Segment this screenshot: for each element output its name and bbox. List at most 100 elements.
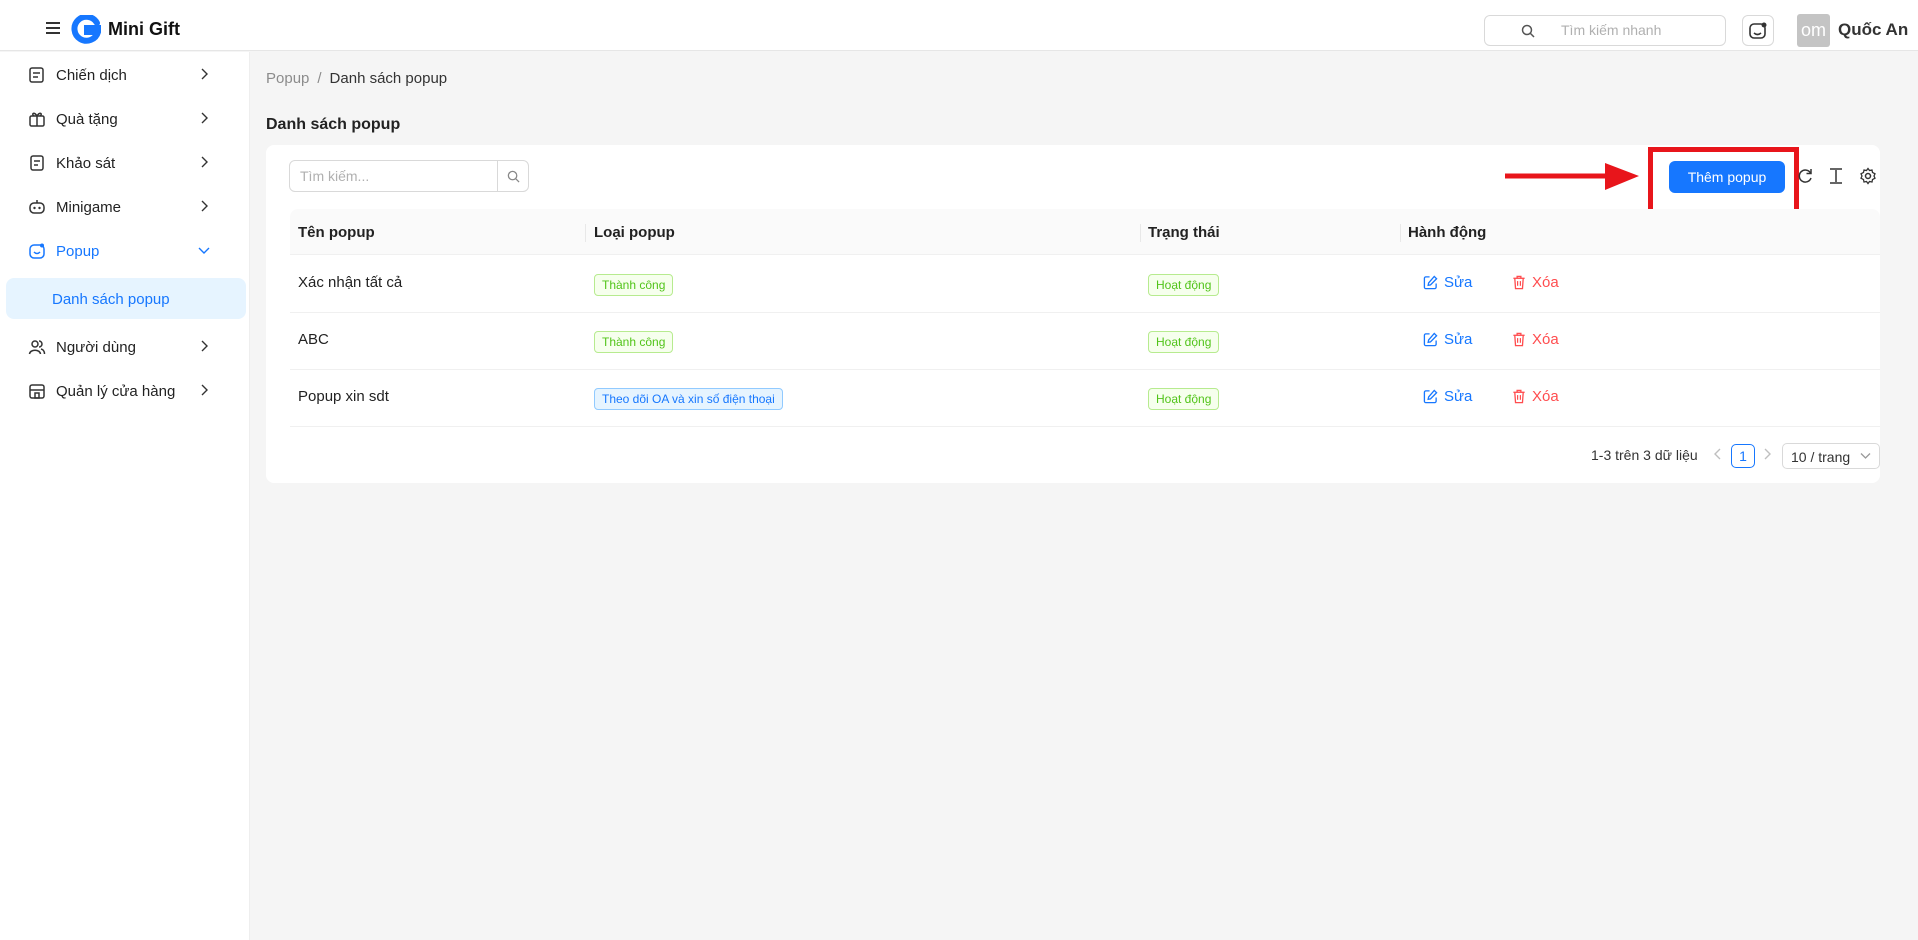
column-divider <box>585 224 586 242</box>
table-header: Tên popup Loại popup Trạng thái Hành độn… <box>290 209 1880 255</box>
delete-button[interactable]: Xóa <box>1512 274 1559 291</box>
page-size-value: 10 / trang <box>1791 449 1851 465</box>
campaign-icon <box>29 67 44 83</box>
settings-gear-icon[interactable] <box>1859 167 1877 185</box>
trash-icon <box>1513 275 1525 290</box>
sidebar-item-label: Popup <box>56 243 100 260</box>
delete-label: Xóa <box>1532 331 1559 348</box>
breadcrumb-root[interactable]: Popup <box>266 70 309 87</box>
chevron-right-icon[interactable] <box>1762 448 1772 460</box>
sidebar-item-store[interactable]: Quản lý cửa hàng <box>0 371 250 411</box>
chevron-right-icon <box>201 200 208 212</box>
sidebar-item-minigame[interactable]: Minigame <box>0 187 250 227</box>
table-search-input[interactable] <box>300 168 480 184</box>
popup-name-cell: Xác nhận tất cả <box>298 274 403 291</box>
store-icon <box>29 384 45 399</box>
sidebar: Chiến dịch Quà tặng Khảo sát Minigame Po… <box>0 52 250 940</box>
table-search-button[interactable] <box>497 161 528 191</box>
chevron-left-icon[interactable] <box>1713 448 1723 460</box>
status-badge: Hoạt động <box>1148 331 1220 353</box>
sidebar-item-label: Minigame <box>56 199 122 216</box>
chevron-right-icon <box>201 112 208 124</box>
edit-button[interactable]: Sửa <box>1423 331 1472 348</box>
search-icon <box>507 170 520 183</box>
search-icon <box>1521 24 1535 38</box>
chevron-right-icon <box>201 340 208 352</box>
sidebar-item-survey[interactable]: Khảo sát <box>0 143 250 183</box>
edit-label: Sửa <box>1444 388 1473 405</box>
column-divider <box>1400 224 1401 242</box>
table-search-box[interactable] <box>289 160 529 192</box>
delete-button[interactable]: Xóa <box>1512 331 1559 348</box>
trash-icon <box>1513 389 1525 404</box>
delete-button[interactable]: Xóa <box>1512 388 1559 405</box>
chat-bot-icon <box>1749 22 1767 39</box>
popup-type-tag: Thành công <box>594 274 674 296</box>
popup-icon <box>29 243 45 259</box>
avatar[interactable]: om <box>1797 14 1830 47</box>
column-header-actions: Hành động <box>1408 224 1487 241</box>
trash-icon <box>1513 332 1525 347</box>
edit-icon <box>1423 389 1438 404</box>
table-row: ABC Thành công Hoạt động Sửa Xóa <box>290 313 1880 370</box>
survey-icon <box>30 155 44 171</box>
page-title: Danh sách popup <box>266 116 401 133</box>
breadcrumb: Popup / Danh sách popup <box>266 70 447 87</box>
sidebar-item-label: Chiến dịch <box>56 67 127 84</box>
annotation-arrow-icon <box>1505 163 1639 190</box>
users-icon <box>28 340 46 355</box>
game-icon <box>29 200 45 214</box>
sidebar-item-users[interactable]: Người dùng <box>0 327 250 367</box>
menu-toggle-icon[interactable] <box>46 22 60 34</box>
delete-label: Xóa <box>1532 388 1559 405</box>
chevron-down-icon <box>198 247 210 254</box>
breadcrumb-separator: / <box>317 70 322 87</box>
breadcrumb-current: Danh sách popup <box>329 70 448 87</box>
column-header-name[interactable]: Tên popup <box>298 224 375 241</box>
app-title: Mini Gift <box>108 19 180 39</box>
sidebar-item-campaign[interactable]: Chiến dịch <box>0 55 250 95</box>
status-badge: Hoạt động <box>1148 274 1220 296</box>
chevron-right-icon <box>201 384 208 396</box>
column-header-type[interactable]: Loại popup <box>594 224 675 241</box>
quick-search-box[interactable] <box>1484 15 1726 46</box>
user-name[interactable]: Quốc An <box>1838 20 1908 40</box>
popup-name-cell: Popup xin sdt <box>298 388 389 405</box>
delete-label: Xóa <box>1532 274 1559 291</box>
sidebar-item-label: Khảo sát <box>56 155 116 172</box>
edit-label: Sửa <box>1444 331 1473 348</box>
sidebar-item-label: Người dùng <box>56 339 136 356</box>
sidebar-item-popup[interactable]: Popup <box>0 231 250 271</box>
column-header-status[interactable]: Trạng thái <box>1148 224 1220 241</box>
quick-search-input[interactable] <box>1561 22 1711 38</box>
table-row: Xác nhận tất cả Thành công Hoạt động Sửa… <box>290 256 1880 313</box>
edit-icon <box>1423 275 1438 290</box>
sidebar-item-label: Quản lý cửa hàng <box>56 383 176 400</box>
notification-button[interactable] <box>1742 15 1774 46</box>
popup-type-tag: Theo dõi OA và xin số điện thoại <box>594 388 783 410</box>
table-row: Popup xin sdt Theo dõi OA và xin số điện… <box>290 370 1880 427</box>
gift-icon <box>29 112 45 127</box>
chevron-right-icon <box>201 156 208 168</box>
edit-button[interactable]: Sửa <box>1423 274 1472 291</box>
page-size-select[interactable]: 10 / trang <box>1782 443 1880 469</box>
column-divider <box>1140 224 1141 242</box>
reload-icon[interactable] <box>1796 167 1814 185</box>
sidebar-item-label: Quà tặng <box>56 111 118 128</box>
edit-icon <box>1423 332 1438 347</box>
status-badge: Hoạt động <box>1148 388 1220 410</box>
chevron-right-icon <box>201 68 208 80</box>
edit-label: Sửa <box>1444 274 1473 291</box>
pagination-page[interactable]: 1 <box>1731 444 1755 468</box>
add-popup-button[interactable]: Thêm popup <box>1669 161 1785 193</box>
edit-button[interactable]: Sửa <box>1423 388 1472 405</box>
sidebar-subitem-popup-list[interactable]: Danh sách popup <box>6 278 246 319</box>
sidebar-item-gifts[interactable]: Quà tặng <box>0 99 250 139</box>
chevron-down-icon <box>1860 453 1871 459</box>
popup-name-cell: ABC <box>298 331 329 348</box>
popup-type-tag: Thành công <box>594 331 674 353</box>
pagination-total: 1-3 trên 3 dữ liệu <box>1591 447 1698 463</box>
logo-icon <box>71 15 101 44</box>
top-header: Mini Gift om Quốc An <box>0 0 1918 51</box>
column-height-icon[interactable] <box>1827 167 1845 185</box>
